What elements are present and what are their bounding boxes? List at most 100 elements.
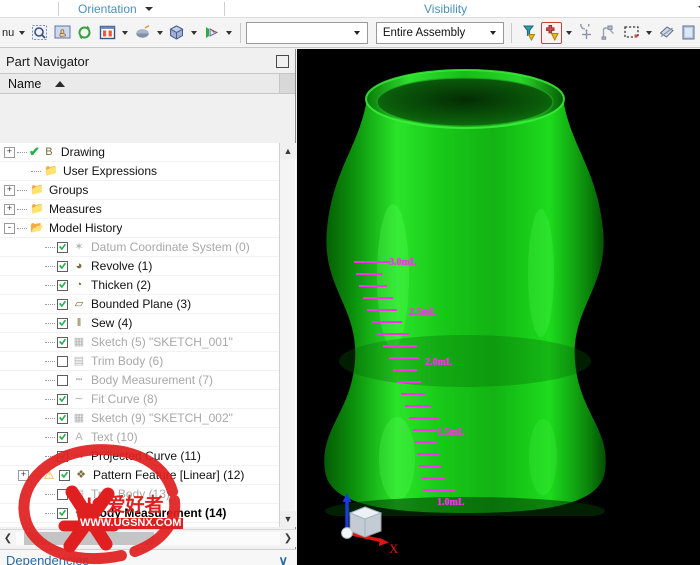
tree-expander-toggle[interactable]: + <box>18 470 29 481</box>
tree-expander-placeholder <box>32 261 43 272</box>
pan-hand-icon[interactable] <box>52 22 73 44</box>
add-filter-icon[interactable] <box>541 22 562 44</box>
feature-suppress-checkbox[interactable] <box>59 470 70 481</box>
feature-suppress-checkbox[interactable] <box>57 242 68 253</box>
tree-connector-line <box>45 323 55 324</box>
feature-suppress-checkbox[interactable] <box>57 508 68 519</box>
tree-row[interactable]: ∼ Fit Curve (8) <box>0 390 280 409</box>
tree-row[interactable]: - 📂 Model History <box>0 219 280 238</box>
render-style-icon[interactable] <box>201 22 222 44</box>
tree-row[interactable]: ▦ Sketch (5) "SKETCH_001" <box>0 333 280 352</box>
section-view-icon[interactable] <box>97 22 118 44</box>
tree-row[interactable]: ┅ Body Measurement (14) <box>0 504 280 523</box>
tree-row-label: Drawing <box>61 145 105 159</box>
edit-object-display-icon[interactable] <box>598 22 619 44</box>
tree-row[interactable]: 📁 User Expressions <box>0 162 280 181</box>
chevron-down-icon[interactable] <box>145 7 153 11</box>
tree-row[interactable]: ▱ Bounded Plane (3) <box>0 295 280 314</box>
feature-suppress-checkbox[interactable] <box>57 375 68 386</box>
tree-row[interactable]: + ⚠ ❖ Pattern Feature [Linear] (12) <box>0 466 280 485</box>
tree-row[interactable]: ◔ Thicken (2) <box>0 276 280 295</box>
tree-horizontal-scrollbar[interactable]: ❮ ❯ <box>0 529 296 547</box>
show-filter-icon[interactable] <box>518 22 539 44</box>
chevron-down-icon[interactable] <box>191 31 197 35</box>
scroll-left-arrow-icon[interactable]: ❮ <box>0 531 16 547</box>
tree-row[interactable]: + ✔ ὜B Drawing <box>0 143 280 162</box>
tree-row[interactable]: + 📁 Groups <box>0 181 280 200</box>
tree-expander-toggle[interactable]: + <box>4 185 15 196</box>
scroll-down-arrow-icon[interactable]: ▼ <box>280 511 296 527</box>
feature-suppress-checkbox[interactable] <box>57 318 68 329</box>
tree-connector-line <box>45 304 55 305</box>
chevron-down-icon[interactable] <box>157 31 163 35</box>
work-part-combo[interactable] <box>246 22 368 44</box>
scroll-right-arrow-icon[interactable]: ❯ <box>280 531 296 547</box>
scale-tick <box>356 273 382 275</box>
feature-suppress-checkbox[interactable] <box>57 432 68 443</box>
feature-suppress-checkbox[interactable] <box>57 413 68 424</box>
select-region-icon[interactable] <box>621 22 642 44</box>
tree-expander-placeholder <box>32 280 43 291</box>
chevron-down-icon[interactable] <box>566 31 572 35</box>
zoom-fit-icon[interactable] <box>29 22 50 44</box>
assembly-scope-combo[interactable]: Entire Assembly <box>376 22 505 44</box>
shade-style-icon[interactable] <box>132 22 153 44</box>
warning-icon: ⚠ <box>43 468 55 482</box>
scale-tick <box>419 465 441 467</box>
chevron-down-icon[interactable] <box>490 31 496 35</box>
collapsible-section-header[interactable]: Dependencies ∨ <box>0 549 296 565</box>
show-icon[interactable] <box>678 22 699 44</box>
main-toolbar: nu Entire Assembly <box>0 18 700 48</box>
sketch-icon: ▦ <box>71 335 87 349</box>
tree-expander-placeholder <box>32 508 43 519</box>
hide-icon[interactable] <box>656 22 677 44</box>
rotate-icon[interactable] <box>75 22 96 44</box>
feature-suppress-checkbox[interactable] <box>57 394 68 405</box>
chevron-down-icon[interactable]: ∨ <box>278 553 288 565</box>
bounded-plane-icon: ▱ <box>71 297 87 311</box>
hscroll-track[interactable] <box>16 532 280 545</box>
tree-column-header-name[interactable]: Name <box>0 73 295 94</box>
feature-suppress-checkbox[interactable] <box>57 337 68 348</box>
tree-row[interactable]: ◕ Revolve (1) <box>0 257 280 276</box>
feature-tree: + ✔ ὜B Drawing 📁 User Expressions + 📁 Groups + 📁 Me… <box>0 143 280 523</box>
tree-row[interactable]: ✶ Datum Coordinate System (0) <box>0 238 280 257</box>
ribbon-group-orientation[interactable]: Orientation <box>78 0 238 18</box>
tree-row[interactable]: ‖ Sew (4) <box>0 314 280 333</box>
sort-ascending-icon[interactable] <box>55 81 65 87</box>
graphics-viewport[interactable]: 3.0mL 2.5mL 2.0mL 1.5mL 1.0mL X <box>297 49 700 565</box>
panel-sections: Dependencies∨Details∨Preview∨ <box>0 549 296 565</box>
ribbon-group-visibility[interactable]: Visibility <box>424 0 624 18</box>
tree-expander-toggle[interactable]: - <box>4 223 15 234</box>
feature-suppress-checkbox[interactable] <box>57 280 68 291</box>
feature-suppress-checkbox[interactable] <box>57 489 68 500</box>
tree-vertical-scrollbar[interactable]: ▲ ▼ <box>279 143 295 527</box>
chevron-down-icon[interactable] <box>19 31 25 35</box>
chevron-down-icon[interactable] <box>226 31 232 35</box>
move-object-icon[interactable] <box>576 22 597 44</box>
tree-row[interactable]: + 📁 Measures <box>0 200 280 219</box>
tree-expander-toggle[interactable]: + <box>4 204 15 215</box>
scroll-up-arrow-icon[interactable]: ▲ <box>280 143 296 159</box>
hscroll-thumb[interactable] <box>24 532 154 545</box>
feature-tree-viewport[interactable]: + ✔ ὜B Drawing 📁 User Expressions + 📁 Groups + 📁 Me… <box>0 143 296 527</box>
chevron-down-icon[interactable] <box>646 31 652 35</box>
menu-button-label[interactable]: nu <box>0 27 16 39</box>
feature-suppress-checkbox[interactable] <box>57 299 68 310</box>
tree-row[interactable]: ▤ Trim Body (6) <box>0 352 280 371</box>
chevron-down-icon[interactable] <box>354 31 360 35</box>
dock-window-button[interactable] <box>276 55 289 68</box>
tree-row[interactable]: ▤ Trim Body (13) <box>0 485 280 504</box>
chevron-down-icon[interactable] <box>122 31 128 35</box>
vase-model[interactable] <box>315 61 615 516</box>
feature-suppress-checkbox[interactable] <box>57 451 68 462</box>
tree-row[interactable]: ▦ Sketch (9) "SKETCH_002" <box>0 409 280 428</box>
coordinate-triad[interactable]: X <box>325 485 405 553</box>
solid-body-icon[interactable] <box>167 22 188 44</box>
tree-row[interactable]: ┅ Body Measurement (7) <box>0 371 280 390</box>
tree-expander-toggle[interactable]: + <box>4 147 15 158</box>
tree-row[interactable]: ⤳ Projected Curve (11) <box>0 447 280 466</box>
tree-row[interactable]: A Text (10) <box>0 428 280 447</box>
feature-suppress-checkbox[interactable] <box>57 261 68 272</box>
feature-suppress-checkbox[interactable] <box>57 356 68 367</box>
